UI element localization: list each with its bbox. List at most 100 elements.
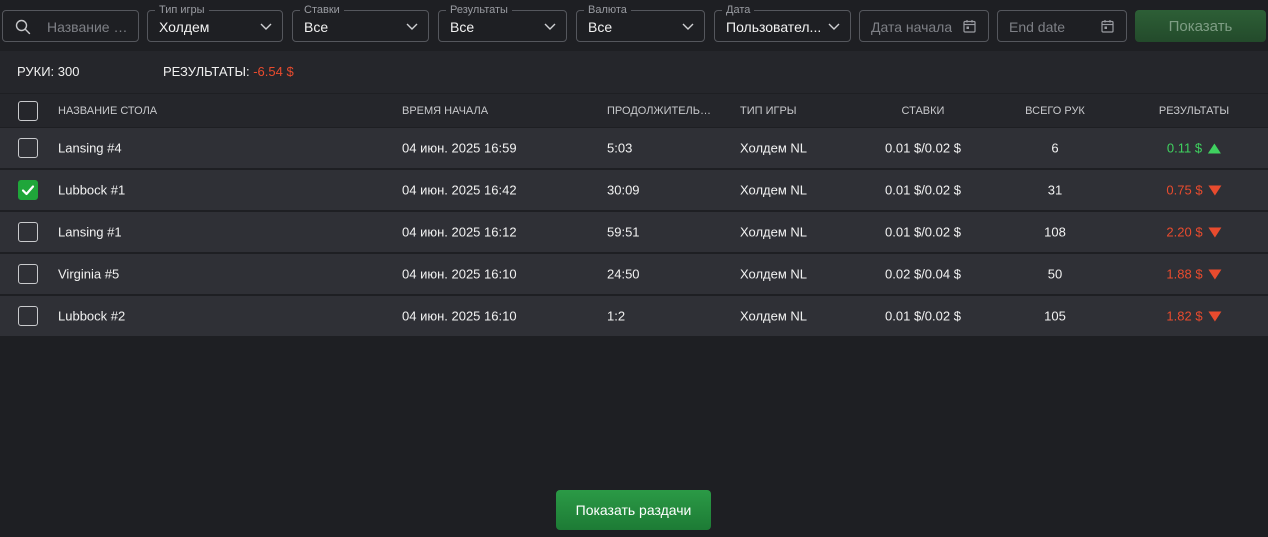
start-date-input[interactable]: Дата начала xyxy=(859,10,989,42)
result-value: 2.20 $ xyxy=(1166,224,1203,240)
result-value: 1.88 $ xyxy=(1166,266,1203,282)
currency-select[interactable]: Валюта Все xyxy=(576,4,705,42)
stakes-select[interactable]: Ставки Все xyxy=(292,4,429,42)
start-time: 04 июн. 2025 16:10 xyxy=(402,266,517,282)
header-duration[interactable]: Продолжительность xyxy=(607,105,717,117)
table-row[interactable]: Lansing #1 04 июн. 2025 16:12 59:51 Холд… xyxy=(0,212,1268,252)
result-value: 0.75 $ xyxy=(1166,182,1203,198)
stakes: 0.01 $/0.02 $ xyxy=(885,140,961,156)
trend-icon xyxy=(1208,227,1222,238)
results-label: Результаты xyxy=(446,4,512,16)
table-name: Lubbock #1 xyxy=(58,182,126,198)
total-hands: 108 xyxy=(1044,224,1066,240)
row-checkbox[interactable] xyxy=(18,138,38,158)
stakes-value: Все xyxy=(304,19,329,35)
stakes-label: Ставки xyxy=(300,4,344,16)
game-type: Холдем NL xyxy=(740,182,808,198)
table-name: Lubbock #2 xyxy=(58,308,126,324)
stakes: 0.01 $/0.02 $ xyxy=(885,308,961,324)
search-icon xyxy=(15,19,31,35)
results-value: Все xyxy=(450,19,475,35)
game-type: Холдем NL xyxy=(740,266,808,282)
header-total-hands[interactable]: Всего рук xyxy=(1025,105,1085,117)
results-summary-value: -6.54 $ xyxy=(253,64,294,79)
calendar-icon[interactable] xyxy=(1101,19,1114,33)
result: 1.88 $ xyxy=(1166,266,1222,282)
row-checkbox[interactable] xyxy=(18,180,38,200)
row-checkbox[interactable] xyxy=(18,222,38,242)
header-game-type[interactable]: Тип игры xyxy=(740,105,797,117)
duration: 5:03 xyxy=(607,140,633,156)
game-type-value: Холдем xyxy=(159,19,210,35)
start-time: 04 июн. 2025 16:12 xyxy=(402,224,517,240)
total-hands: 31 xyxy=(1047,182,1063,198)
date-select[interactable]: Дата Пользовател... xyxy=(714,4,851,42)
result: 0.75 $ xyxy=(1166,182,1222,198)
table-name: Lansing #1 xyxy=(58,224,122,240)
result: 1.82 $ xyxy=(1166,308,1222,324)
start-time: 04 июн. 2025 16:59 xyxy=(402,140,517,156)
checkmark-icon xyxy=(21,185,35,196)
start-date-placeholder: Дата начала xyxy=(871,19,953,35)
chevron-down-icon xyxy=(544,23,556,30)
end-date-input[interactable]: End date xyxy=(997,10,1127,42)
result: 2.20 $ xyxy=(1166,224,1222,240)
table-row[interactable]: Lansing #4 04 июн. 2025 16:59 5:03 Холде… xyxy=(0,128,1268,168)
game-type: Холдем NL xyxy=(740,140,808,156)
date-value: Пользовател... xyxy=(726,19,822,35)
hands-count: РУКИ: 300 xyxy=(17,64,80,79)
summary-bar: РУКИ: 300 РЕЗУЛЬТАТЫ: -6.54 $ xyxy=(0,51,1268,93)
trend-icon xyxy=(1208,185,1222,196)
date-label: Дата xyxy=(722,4,755,16)
chevron-down-icon xyxy=(406,23,418,30)
row-checkbox[interactable] xyxy=(18,264,38,284)
table-name: Lansing #4 xyxy=(58,140,122,156)
game-type-label: Тип игры xyxy=(155,4,209,16)
currency-label: Валюта xyxy=(584,4,631,16)
stakes: 0.01 $/0.02 $ xyxy=(885,224,961,240)
table-header: Название стола Время начала Продолжитель… xyxy=(0,94,1268,127)
game-type: Холдем NL xyxy=(740,308,808,324)
stakes: 0.02 $/0.04 $ xyxy=(885,266,961,282)
trend-icon xyxy=(1208,311,1222,322)
game-type: Холдем NL xyxy=(740,224,808,240)
table-row[interactable]: Virginia #5 04 июн. 2025 16:10 24:50 Хол… xyxy=(0,254,1268,294)
header-start-time[interactable]: Время начала xyxy=(402,105,488,117)
select-all-checkbox[interactable] xyxy=(18,100,38,121)
total-hands: 6 xyxy=(1051,140,1059,156)
table-row[interactable]: Lubbock #1 04 июн. 2025 16:42 30:09 Холд… xyxy=(0,170,1268,210)
result-value: 1.82 $ xyxy=(1166,308,1203,324)
chevron-down-icon xyxy=(682,23,694,30)
duration: 1:2 xyxy=(607,308,626,324)
table-search-input[interactable]: Название ст... xyxy=(2,10,139,42)
game-type-select[interactable]: Тип игры Холдем xyxy=(147,4,283,42)
header-results[interactable]: Результаты xyxy=(1159,105,1229,117)
end-date-placeholder: End date xyxy=(1009,19,1066,35)
calendar-icon[interactable] xyxy=(963,19,976,33)
result-value: 0.11 $ xyxy=(1166,140,1203,156)
header-name[interactable]: Название стола xyxy=(58,105,157,117)
total-hands: 105 xyxy=(1044,308,1066,324)
show-button[interactable]: Показать xyxy=(1135,10,1266,42)
table-row[interactable]: Lubbock #2 04 июн. 2025 16:10 1:2 Холдем… xyxy=(0,296,1268,336)
total-hands: 50 xyxy=(1047,266,1063,282)
result: 0.11 $ xyxy=(1166,140,1222,156)
start-time: 04 июн. 2025 16:42 xyxy=(402,182,517,198)
duration: 30:09 xyxy=(607,182,640,198)
trend-icon xyxy=(1208,269,1222,280)
results-summary: РЕЗУЛЬТАТЫ: -6.54 $ xyxy=(163,64,294,79)
stakes: 0.01 $/0.02 $ xyxy=(885,182,961,198)
chevron-down-icon xyxy=(260,23,272,30)
chevron-down-icon xyxy=(828,23,840,30)
start-time: 04 июн. 2025 16:10 xyxy=(402,308,517,324)
search-placeholder: Название ст... xyxy=(47,19,133,35)
duration: 59:51 xyxy=(607,224,640,240)
results-summary-label: РЕЗУЛЬТАТЫ: xyxy=(163,64,250,79)
results-select[interactable]: Результаты Все xyxy=(438,4,567,42)
row-checkbox[interactable] xyxy=(18,306,38,326)
duration: 24:50 xyxy=(607,266,640,282)
show-hands-button[interactable]: Показать раздачи xyxy=(556,490,711,530)
header-stakes[interactable]: Ставки xyxy=(902,105,945,117)
currency-value: Все xyxy=(588,19,613,35)
trend-icon xyxy=(1208,143,1222,154)
